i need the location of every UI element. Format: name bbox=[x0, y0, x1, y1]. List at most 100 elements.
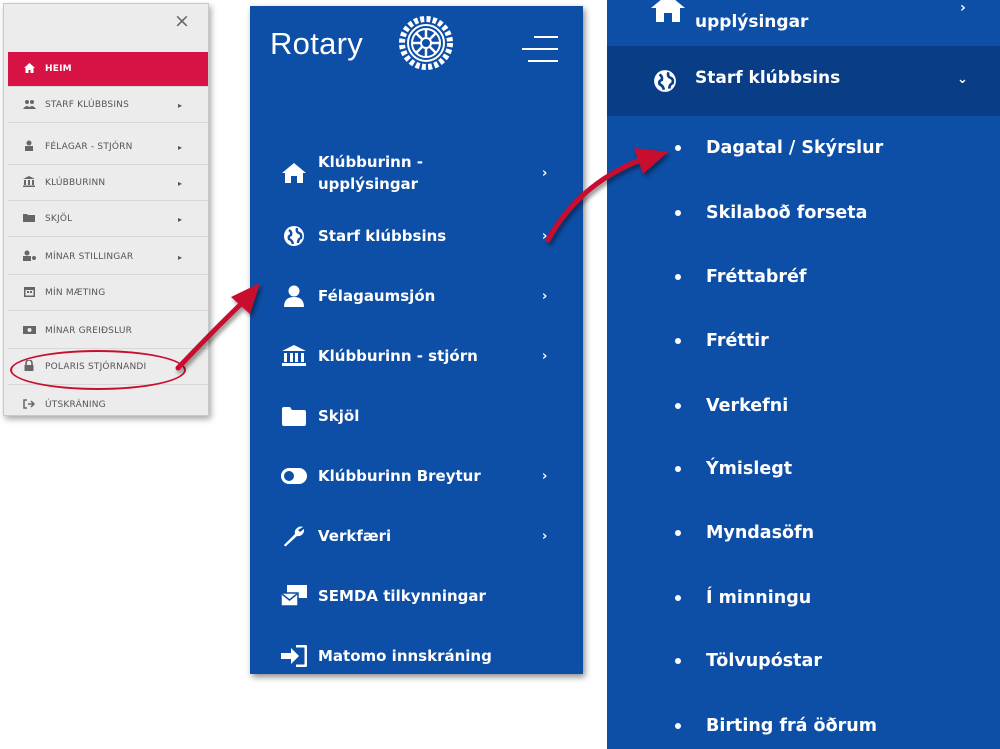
rotary-menu-item-skjol[interactable]: Skjöl bbox=[280, 404, 570, 428]
menu-label-line1: Klúbburinn - bbox=[318, 153, 423, 171]
submenu-parent-item[interactable]: upplýsingar › bbox=[607, 0, 1000, 48]
old-menu-label: KLÚBBURINN bbox=[45, 178, 106, 188]
calendar-icon bbox=[22, 286, 36, 300]
rotary-menu-item-matomo[interactable]: Matomo innskráning bbox=[280, 644, 570, 668]
rotary-menu-item-semda[interactable]: SEMDA tilkynningar bbox=[280, 584, 570, 608]
bullet-icon bbox=[675, 723, 681, 729]
caret-right-icon: ▸ bbox=[178, 178, 183, 188]
submenu-item-label: Myndasöfn bbox=[706, 523, 815, 543]
bullet-icon bbox=[675, 403, 681, 409]
rotary-wheel-icon bbox=[399, 16, 453, 70]
menu-label: Félagaumsjón bbox=[318, 287, 436, 305]
toggle-icon bbox=[280, 464, 308, 488]
submenu-item-frettabref[interactable]: Fréttabréf bbox=[667, 257, 987, 297]
close-icon[interactable]: × bbox=[174, 10, 190, 32]
sign-out-icon bbox=[22, 398, 36, 412]
old-menu-item-heim[interactable]: HEIM bbox=[8, 52, 208, 86]
submenu-active-item[interactable]: Starf klúbbsins ⌄ bbox=[607, 46, 1000, 116]
bank-icon bbox=[22, 176, 36, 190]
old-menu-label: ÚTSKRÁNING bbox=[45, 400, 106, 410]
people-icon bbox=[22, 99, 36, 112]
bullet-icon bbox=[675, 658, 681, 664]
submenu-item-dagatal[interactable]: Dagatal / Skýrslur bbox=[667, 128, 987, 168]
old-menu-label: MÍN MÆTING bbox=[45, 288, 106, 298]
old-menu-label: STARF KLÚBBSINS bbox=[45, 100, 130, 110]
submenu-item-verkefni[interactable]: Verkefni bbox=[667, 386, 987, 426]
submenu-item-birting[interactable]: Birting frá öðrum bbox=[667, 706, 987, 746]
submenu-item-label: Verkefni bbox=[706, 396, 789, 416]
bullet-icon bbox=[675, 145, 681, 151]
user-icon bbox=[280, 284, 308, 308]
chevron-right-icon: › bbox=[542, 228, 548, 244]
rotary-menu-item-felagaumsjon[interactable]: Félagaumsjón › bbox=[280, 284, 570, 308]
old-menu-label: FÉLAGAR - STJÓRN bbox=[45, 142, 133, 152]
chevron-right-icon: › bbox=[960, 0, 966, 16]
user-icon bbox=[22, 140, 36, 154]
rotary-logo-text: Rotary bbox=[270, 26, 364, 61]
bullet-icon bbox=[675, 595, 681, 601]
old-menu-item-skjol[interactable]: SKJÖL ▸ bbox=[8, 202, 208, 236]
chevron-right-icon: › bbox=[542, 348, 548, 364]
rotary-menu-item-klubburinn-breytur[interactable]: Klúbburinn Breytur › bbox=[280, 464, 570, 488]
rotary-menu-item-verkfaeri[interactable]: Verkfæri › bbox=[280, 524, 570, 548]
bullet-icon bbox=[675, 530, 681, 536]
chevron-right-icon: › bbox=[542, 288, 548, 304]
chevron-down-icon: ⌄ bbox=[957, 72, 968, 87]
menu-label: Klúbburinn Breytur bbox=[318, 467, 481, 485]
caret-right-icon: ▸ bbox=[178, 214, 183, 224]
bullet-icon bbox=[675, 338, 681, 344]
submenu-item-label: Tölvupóstar bbox=[706, 651, 822, 671]
old-menu-item-starf[interactable]: STARF KLÚBBSINS ▸ bbox=[8, 88, 208, 122]
old-menu-item-klubburinn[interactable]: KLÚBBURINN ▸ bbox=[8, 166, 208, 200]
submenu-item-myndasofn[interactable]: Myndasöfn bbox=[667, 513, 987, 553]
hamburger-menu-button[interactable] bbox=[522, 36, 558, 62]
submenu-item-label: Dagatal / Skýrslur bbox=[706, 138, 884, 158]
submenu-item-skilabod[interactable]: Skilaboð forseta bbox=[667, 193, 987, 233]
submenu-item-label: Ýmislegt bbox=[706, 459, 793, 479]
submenu-item-frettir[interactable]: Fréttir bbox=[667, 321, 987, 361]
old-menu-label: MÍNAR STILLINGAR bbox=[45, 252, 134, 262]
menu-label: Skjöl bbox=[318, 407, 360, 425]
old-menu-item-min-maeting[interactable]: MÍN MÆTING bbox=[8, 276, 208, 310]
rotary-menu-item-starf-klubbsins[interactable]: Starf klúbbsins › bbox=[280, 224, 570, 248]
caret-right-icon: ▸ bbox=[178, 252, 183, 262]
rotary-menu-item-klubburinn-stjorn[interactable]: Klúbburinn - stjórn › bbox=[280, 344, 570, 368]
folder-icon bbox=[280, 404, 308, 428]
rotary-menu-panel: Rotary Klúbburinn - upplýsingar › Starf k… bbox=[250, 6, 583, 674]
menu-label: Matomo innskráning bbox=[318, 647, 492, 665]
submenu-item-i-minningu[interactable]: Í minningu bbox=[667, 578, 987, 618]
highlight-ellipse bbox=[10, 350, 186, 390]
home-icon bbox=[22, 62, 36, 76]
bullet-icon bbox=[675, 274, 681, 280]
globe-icon bbox=[280, 224, 308, 248]
menu-label-line2: upplýsingar bbox=[318, 175, 419, 193]
mail-bulk-icon bbox=[280, 584, 308, 608]
old-menu-item-minar-greidslur[interactable]: MÍNAR GREIÐSLUR bbox=[8, 314, 208, 348]
sign-in-icon bbox=[280, 644, 308, 668]
submenu-item-label: Fréttir bbox=[706, 331, 769, 351]
submenu-parent-label: upplýsingar bbox=[695, 12, 809, 32]
old-menu-panel: × HEIM STARF KLÚBBSINS ▸ FÉLAGAR - STJÓR… bbox=[3, 3, 209, 416]
submenu-item-label: Birting frá öðrum bbox=[706, 716, 877, 736]
submenu-item-tolvupostar[interactable]: Tölvupóstar bbox=[667, 641, 987, 681]
user-settings-icon bbox=[22, 250, 36, 264]
old-menu-item-utskraning[interactable]: ÚTSKRÁNING bbox=[8, 388, 208, 422]
caret-right-icon: ▸ bbox=[178, 100, 183, 110]
money-icon bbox=[22, 325, 36, 337]
old-menu-item-minar-stillingar[interactable]: MÍNAR STILLINGAR ▸ bbox=[8, 240, 208, 274]
submenu-item-label: Í minningu bbox=[706, 588, 812, 608]
submenu-item-ymislegt[interactable]: Ýmislegt bbox=[667, 449, 987, 489]
menu-label: Verkfæri bbox=[318, 527, 392, 545]
bullet-icon bbox=[675, 466, 681, 472]
submenu-active-label: Starf klúbbsins bbox=[695, 68, 841, 88]
submenu-item-label: Fréttabréf bbox=[706, 267, 807, 287]
old-menu-item-felagar[interactable]: FÉLAGAR - STJÓRN ▸ bbox=[8, 130, 208, 164]
bank-icon bbox=[280, 344, 308, 368]
menu-label: Klúbburinn - stjórn bbox=[318, 347, 478, 365]
caret-right-icon: ▸ bbox=[178, 142, 183, 152]
rotary-menu-item-klubburinn-upplysingar[interactable]: Klúbburinn - upplýsingar › bbox=[280, 151, 570, 195]
menu-label: Starf klúbbsins bbox=[318, 227, 447, 245]
chevron-right-icon: › bbox=[542, 528, 548, 544]
home-icon bbox=[651, 0, 685, 22]
home-icon bbox=[280, 161, 308, 185]
